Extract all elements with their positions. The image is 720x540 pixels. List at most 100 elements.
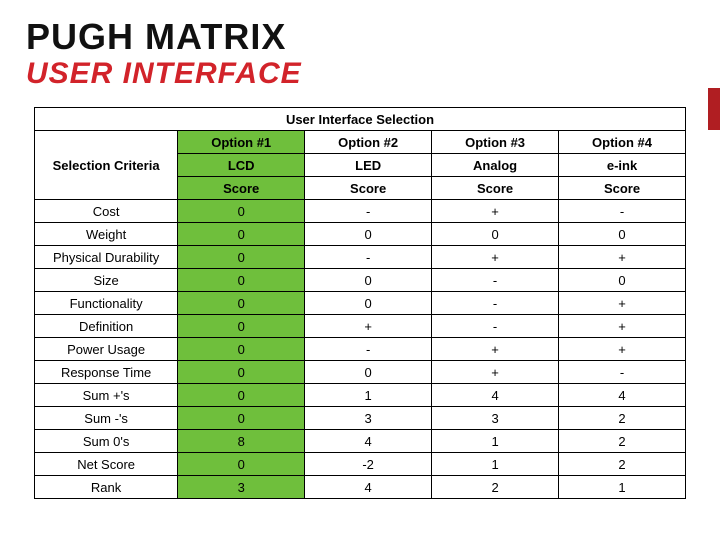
table-caption: User Interface Selection <box>35 108 686 131</box>
table-row: Cost0-+- <box>35 200 686 223</box>
slide: PUGH MATRIX USER INTERFACE User Interfac… <box>0 0 720 540</box>
score-cell: 2 <box>559 453 686 476</box>
caption-row: User Interface Selection <box>35 108 686 131</box>
option-header-1: Option #1 <box>178 131 305 154</box>
score-cell: 4 <box>305 476 432 499</box>
table-row: Weight0000 <box>35 223 686 246</box>
score-cell: 4 <box>559 384 686 407</box>
score-cell: 0 <box>178 223 305 246</box>
score-cell: + <box>432 338 559 361</box>
accent-bar <box>708 88 720 130</box>
table-row: Net Score0-212 <box>35 453 686 476</box>
score-cell: + <box>559 315 686 338</box>
score-cell: 0 <box>178 292 305 315</box>
score-cell: 0 <box>178 453 305 476</box>
score-cell: 3 <box>178 476 305 499</box>
score-cell: 0 <box>178 407 305 430</box>
score-cell: 2 <box>559 407 686 430</box>
score-cell: 0 <box>178 361 305 384</box>
option-header-2: Option #2 <box>305 131 432 154</box>
score-cell: 0 <box>178 246 305 269</box>
score-cell: 4 <box>305 430 432 453</box>
option-name-3: Analog <box>432 154 559 177</box>
score-cell: 0 <box>305 269 432 292</box>
score-cell: 1 <box>559 476 686 499</box>
pugh-matrix-table-wrap: User Interface Selection Selection Crite… <box>34 107 686 499</box>
matrix-body: Cost0-+-Weight0000Physical Durability0-+… <box>35 200 686 499</box>
table-row: Response Time00+- <box>35 361 686 384</box>
score-cell: 1 <box>305 384 432 407</box>
criteria-label-cell: Rank <box>35 476 178 499</box>
score-cell: - <box>305 338 432 361</box>
score-cell: 8 <box>178 430 305 453</box>
score-cell: + <box>432 361 559 384</box>
option-header-row: Selection Criteria Option #1 Option #2 O… <box>35 131 686 154</box>
title-main: PUGH MATRIX <box>26 18 694 56</box>
score-cell: 0 <box>178 315 305 338</box>
score-cell: 2 <box>432 476 559 499</box>
criteria-label-cell: Sum -'s <box>35 407 178 430</box>
score-cell: - <box>559 361 686 384</box>
criteria-label-cell: Functionality <box>35 292 178 315</box>
score-cell: 0 <box>305 361 432 384</box>
option-header-3: Option #3 <box>432 131 559 154</box>
score-cell: 1 <box>432 453 559 476</box>
score-cell: - <box>432 269 559 292</box>
option-header-4: Option #4 <box>559 131 686 154</box>
score-cell: - <box>305 246 432 269</box>
score-cell: 0 <box>178 269 305 292</box>
score-cell: + <box>559 292 686 315</box>
score-cell: 2 <box>559 430 686 453</box>
score-cell: 0 <box>559 223 686 246</box>
score-label-4: Score <box>559 177 686 200</box>
criteria-label-cell: Size <box>35 269 178 292</box>
score-cell: 0 <box>178 200 305 223</box>
criteria-header: Selection Criteria <box>35 131 178 200</box>
option-name-1: LCD <box>178 154 305 177</box>
table-row: Power Usage0-++ <box>35 338 686 361</box>
score-cell: 0 <box>178 338 305 361</box>
score-label-1: Score <box>178 177 305 200</box>
score-cell: 3 <box>305 407 432 430</box>
score-cell: - <box>305 200 432 223</box>
score-cell: 3 <box>432 407 559 430</box>
table-row: Functionality00-+ <box>35 292 686 315</box>
score-cell: 0 <box>305 292 432 315</box>
criteria-label-cell: Physical Durability <box>35 246 178 269</box>
score-cell: 4 <box>432 384 559 407</box>
option-name-4: e-ink <box>559 154 686 177</box>
table-row: Sum 0's8412 <box>35 430 686 453</box>
criteria-label-cell: Net Score <box>35 453 178 476</box>
table-row: Sum -'s0332 <box>35 407 686 430</box>
criteria-label-cell: Sum +'s <box>35 384 178 407</box>
score-cell: + <box>432 200 559 223</box>
criteria-label-cell: Weight <box>35 223 178 246</box>
criteria-label-cell: Power Usage <box>35 338 178 361</box>
criteria-label-cell: Response Time <box>35 361 178 384</box>
pugh-matrix-table: User Interface Selection Selection Crite… <box>34 107 686 499</box>
table-row: Sum +'s0144 <box>35 384 686 407</box>
score-cell: 0 <box>178 384 305 407</box>
score-cell: + <box>559 338 686 361</box>
score-cell: 0 <box>305 223 432 246</box>
table-row: Rank3421 <box>35 476 686 499</box>
table-row: Definition0+-+ <box>35 315 686 338</box>
score-cell: - <box>559 200 686 223</box>
title-sub: USER INTERFACE <box>26 58 694 90</box>
score-cell: + <box>559 246 686 269</box>
score-label-2: Score <box>305 177 432 200</box>
table-row: Size00-0 <box>35 269 686 292</box>
score-label-3: Score <box>432 177 559 200</box>
table-row: Physical Durability0-++ <box>35 246 686 269</box>
score-cell: -2 <box>305 453 432 476</box>
criteria-label-cell: Definition <box>35 315 178 338</box>
score-cell: - <box>432 315 559 338</box>
score-cell: 1 <box>432 430 559 453</box>
score-cell: - <box>432 292 559 315</box>
score-cell: 0 <box>559 269 686 292</box>
score-cell: 0 <box>432 223 559 246</box>
option-name-2: LED <box>305 154 432 177</box>
score-cell: + <box>305 315 432 338</box>
criteria-label-cell: Sum 0's <box>35 430 178 453</box>
score-cell: + <box>432 246 559 269</box>
